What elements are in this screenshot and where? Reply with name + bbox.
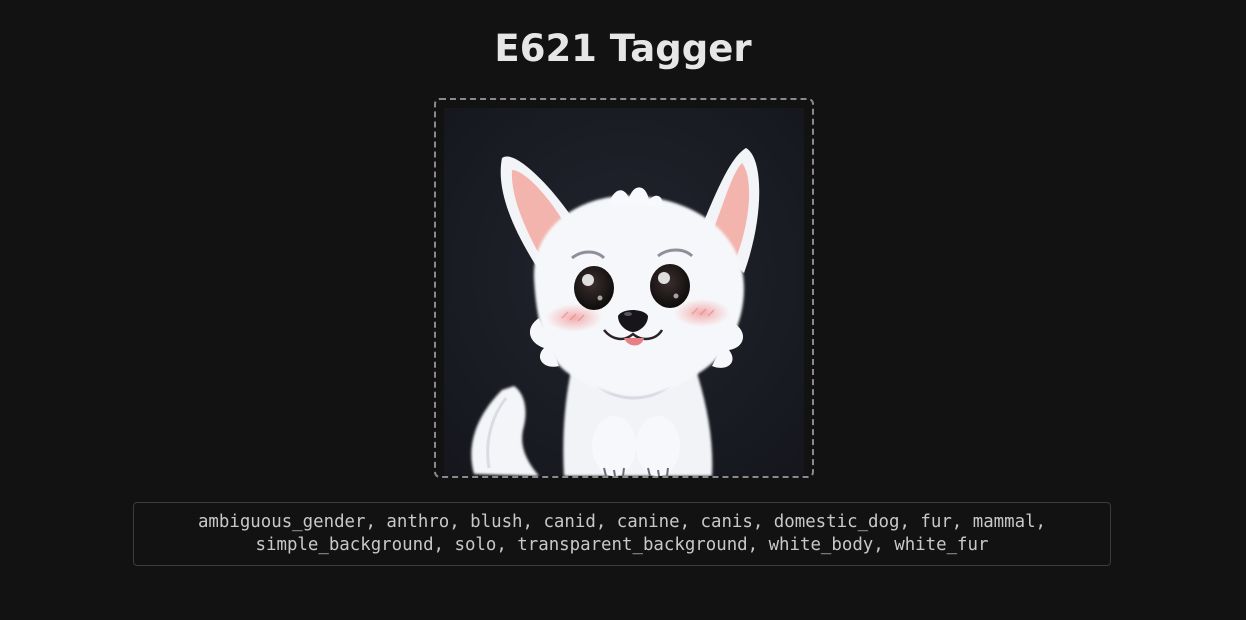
tags-output[interactable]: ambiguous_gender, anthro, blush, canid, … (133, 502, 1111, 566)
uploaded-image (444, 108, 804, 476)
page-title: E621 Tagger (494, 27, 752, 70)
tagger-page: E621 Tagger ambiguous_gender, anthro, bl… (0, 0, 1246, 620)
tags-text: ambiguous_gender, anthro, blush, canid, … (197, 512, 1047, 555)
image-dropzone[interactable] (434, 98, 814, 478)
